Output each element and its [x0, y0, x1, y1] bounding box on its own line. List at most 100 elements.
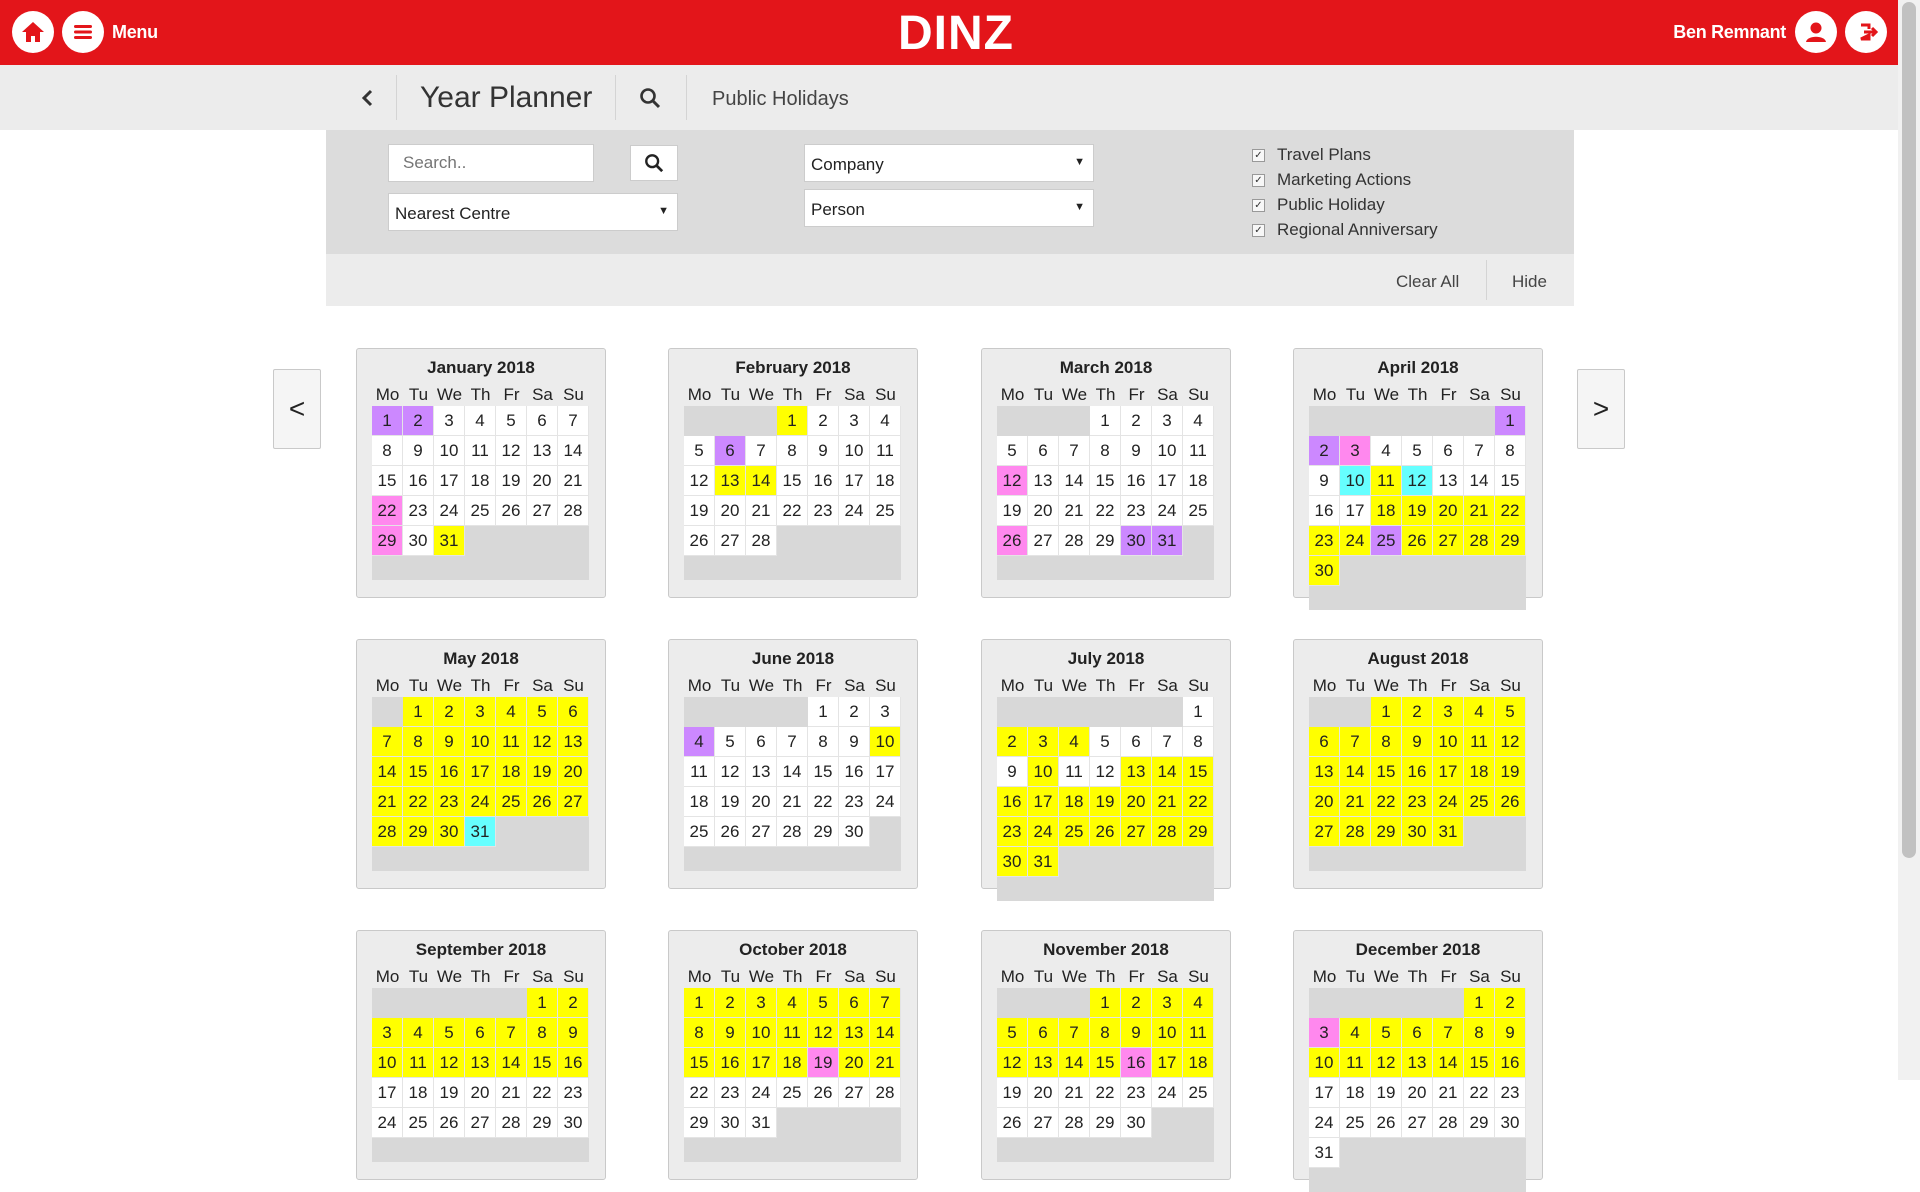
day-cell[interactable]: 26 [997, 526, 1028, 556]
day-cell[interactable]: 9 [1121, 436, 1152, 466]
day-cell[interactable]: 15 [777, 466, 808, 496]
day-cell[interactable]: 12 [434, 1048, 465, 1078]
checkbox[interactable]: ✓ [1252, 148, 1265, 162]
day-cell[interactable]: 24 [839, 496, 870, 526]
day-cell[interactable]: 18 [1059, 787, 1090, 817]
day-cell[interactable]: 2 [434, 697, 465, 727]
day-cell[interactable]: 4 [1059, 727, 1090, 757]
user-name[interactable]: Ben Remnant [1673, 22, 1786, 43]
day-cell[interactable]: 16 [808, 466, 839, 496]
day-cell[interactable]: 17 [1309, 1078, 1340, 1108]
day-cell[interactable]: 10 [1152, 1018, 1183, 1048]
day-cell[interactable]: 7 [1340, 727, 1371, 757]
day-cell[interactable]: 3 [1433, 697, 1464, 727]
day-cell[interactable]: 16 [1121, 1048, 1152, 1078]
day-cell[interactable]: 1 [684, 988, 715, 1018]
day-cell[interactable]: 9 [403, 436, 434, 466]
day-cell[interactable]: 10 [434, 436, 465, 466]
day-cell[interactable]: 26 [527, 787, 558, 817]
day-cell[interactable]: 28 [1152, 817, 1183, 847]
day-cell[interactable]: 8 [777, 436, 808, 466]
day-cell[interactable]: 10 [870, 727, 901, 757]
day-cell[interactable]: 29 [684, 1108, 715, 1138]
day-cell[interactable]: 27 [1402, 1108, 1433, 1138]
day-cell[interactable]: 16 [1121, 466, 1152, 496]
day-cell[interactable]: 13 [1121, 757, 1152, 787]
day-cell[interactable]: 3 [372, 1018, 403, 1048]
day-cell[interactable]: 5 [1371, 1018, 1402, 1048]
hide-filters-button[interactable]: Hide [1512, 272, 1547, 292]
day-cell[interactable]: 21 [1433, 1078, 1464, 1108]
day-cell[interactable]: 24 [746, 1078, 777, 1108]
day-cell[interactable]: 25 [465, 496, 496, 526]
day-cell[interactable]: 23 [839, 787, 870, 817]
day-cell[interactable]: 6 [715, 436, 746, 466]
day-cell[interactable]: 19 [997, 496, 1028, 526]
day-cell[interactable]: 25 [1340, 1108, 1371, 1138]
day-cell[interactable]: 22 [1371, 787, 1402, 817]
day-cell[interactable]: 17 [1152, 466, 1183, 496]
day-cell[interactable]: 10 [1340, 466, 1371, 496]
day-cell[interactable]: 2 [997, 727, 1028, 757]
day-cell[interactable]: 28 [1433, 1108, 1464, 1138]
day-cell[interactable]: 8 [372, 436, 403, 466]
day-cell[interactable]: 18 [1371, 496, 1402, 526]
day-cell[interactable]: 18 [403, 1078, 434, 1108]
day-cell[interactable]: 29 [808, 817, 839, 847]
day-cell[interactable]: 2 [1309, 436, 1340, 466]
day-cell[interactable]: 10 [1152, 436, 1183, 466]
day-cell[interactable]: 29 [1090, 1108, 1121, 1138]
day-cell[interactable]: 18 [1183, 466, 1214, 496]
day-cell[interactable]: 28 [777, 817, 808, 847]
day-cell[interactable]: 13 [715, 466, 746, 496]
day-cell[interactable]: 28 [1059, 1108, 1090, 1138]
day-cell[interactable]: 23 [434, 787, 465, 817]
checkbox-regional-anniversary[interactable]: ✓ Regional Anniversary [1252, 220, 1438, 240]
day-cell[interactable]: 20 [1121, 787, 1152, 817]
day-cell[interactable]: 5 [1495, 697, 1526, 727]
day-cell[interactable]: 6 [1309, 727, 1340, 757]
day-cell[interactable]: 19 [434, 1078, 465, 1108]
day-cell[interactable]: 16 [997, 787, 1028, 817]
day-cell[interactable]: 1 [777, 406, 808, 436]
day-cell[interactable]: 24 [465, 787, 496, 817]
day-cell[interactable]: 4 [1183, 988, 1214, 1018]
day-cell[interactable]: 3 [1028, 727, 1059, 757]
day-cell[interactable]: 19 [808, 1048, 839, 1078]
day-cell[interactable]: 27 [465, 1108, 496, 1138]
day-cell[interactable]: 16 [715, 1048, 746, 1078]
day-cell[interactable]: 2 [403, 406, 434, 436]
day-cell[interactable]: 12 [1090, 757, 1121, 787]
day-cell[interactable]: 15 [372, 466, 403, 496]
day-cell[interactable]: 9 [558, 1018, 589, 1048]
day-cell[interactable]: 1 [1464, 988, 1495, 1018]
day-cell[interactable]: 13 [1433, 466, 1464, 496]
checkbox-travel-plans[interactable]: ✓ Travel Plans [1252, 145, 1371, 165]
day-cell[interactable]: 29 [1495, 526, 1526, 556]
day-cell[interactable]: 7 [870, 988, 901, 1018]
day-cell[interactable]: 22 [1183, 787, 1214, 817]
day-cell[interactable]: 11 [1183, 1018, 1214, 1048]
day-cell[interactable]: 8 [1464, 1018, 1495, 1048]
day-cell[interactable]: 9 [808, 436, 839, 466]
day-cell[interactable]: 18 [777, 1048, 808, 1078]
day-cell[interactable]: 26 [997, 1108, 1028, 1138]
day-cell[interactable]: 25 [496, 787, 527, 817]
company-select[interactable]: Company ▼ [804, 144, 1094, 182]
day-cell[interactable]: 21 [558, 466, 589, 496]
day-cell[interactable]: 30 [1495, 1108, 1526, 1138]
day-cell[interactable]: 25 [870, 496, 901, 526]
day-cell[interactable]: 13 [1402, 1048, 1433, 1078]
day-cell[interactable]: 4 [1183, 406, 1214, 436]
day-cell[interactable]: 17 [1152, 1048, 1183, 1078]
day-cell[interactable]: 12 [684, 466, 715, 496]
day-cell[interactable]: 22 [403, 787, 434, 817]
previous-year-button[interactable]: < [273, 369, 321, 449]
day-cell[interactable]: 27 [839, 1078, 870, 1108]
day-cell[interactable]: 15 [1090, 1048, 1121, 1078]
day-cell[interactable]: 11 [496, 727, 527, 757]
day-cell[interactable]: 6 [1121, 727, 1152, 757]
day-cell[interactable]: 4 [1464, 697, 1495, 727]
day-cell[interactable]: 16 [1495, 1048, 1526, 1078]
day-cell[interactable]: 18 [1340, 1078, 1371, 1108]
